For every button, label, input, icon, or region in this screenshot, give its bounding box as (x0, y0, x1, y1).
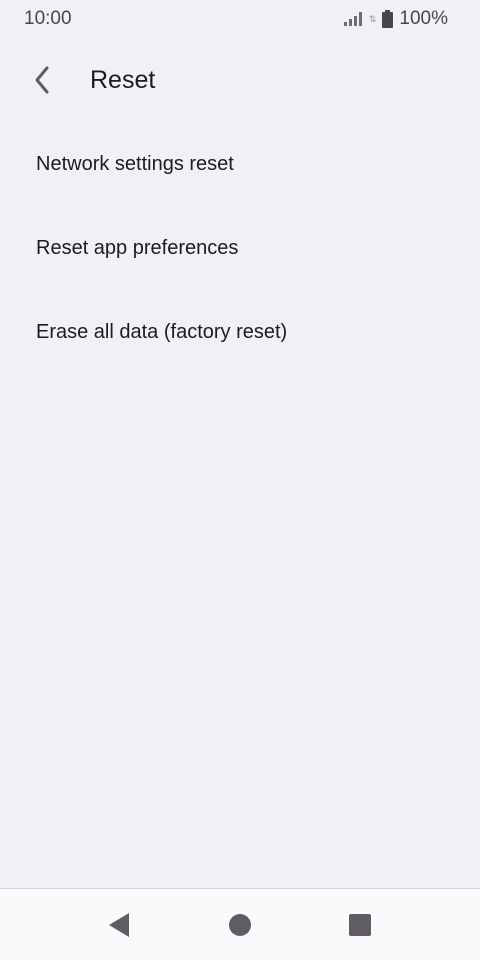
page-title: Reset (90, 65, 156, 94)
status-bar: 10:00 ⇅ 100% (0, 0, 480, 38)
recents-square-icon (349, 914, 371, 936)
settings-list: Network settings reset Reset app prefere… (0, 122, 480, 374)
battery-icon (382, 10, 394, 28)
top-app-bar: Reset (0, 52, 480, 108)
navigation-bar (0, 888, 480, 960)
back-triangle-icon (109, 913, 129, 937)
home-circle-icon (229, 914, 251, 936)
status-icons: ⇅ 100% (343, 8, 448, 30)
settings-item-factory-reset[interactable]: Erase all data (factory reset) (0, 290, 480, 374)
battery-percent: 100% (399, 8, 448, 29)
screen: 10:00 ⇅ 100% Reset Network settings rese… (0, 0, 480, 960)
signal-icon (343, 12, 362, 26)
data-icon: ⇅ (368, 13, 377, 24)
nav-back-button[interactable] (83, 889, 155, 960)
nav-home-button[interactable] (204, 889, 276, 960)
settings-item-app-preferences-reset[interactable]: Reset app preferences (0, 206, 480, 290)
back-button[interactable] (14, 52, 70, 108)
settings-item-label: Network settings reset (36, 152, 234, 175)
settings-item-network-reset[interactable]: Network settings reset (0, 122, 480, 206)
nav-recents-button[interactable] (324, 889, 396, 960)
settings-item-label: Erase all data (factory reset) (36, 320, 288, 343)
settings-item-label: Reset app preferences (36, 236, 239, 259)
status-time: 10:00 (24, 8, 72, 29)
chevron-left-icon (35, 66, 49, 94)
